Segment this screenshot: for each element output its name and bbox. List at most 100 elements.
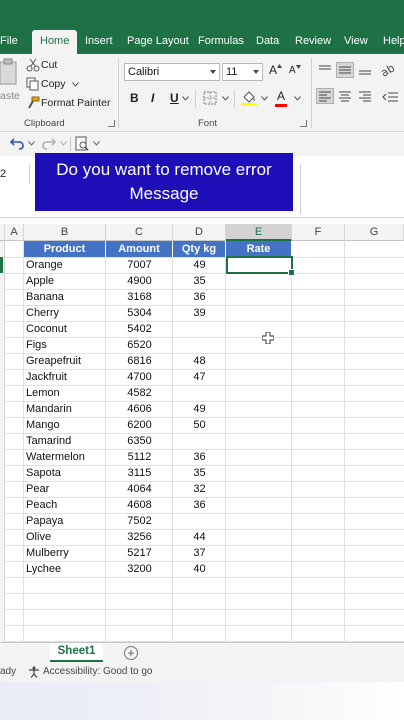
tab-data[interactable]: Data (256, 30, 279, 54)
amount-cell[interactable]: 7502 (106, 513, 173, 529)
worksheet-grid[interactable]: A B C D E F G Product Amount Qty kg Rate… (0, 224, 404, 642)
amount-cell[interactable]: 3115 (106, 465, 173, 481)
qty-cell[interactable]: 36 (173, 449, 226, 465)
product-cell[interactable]: Banana (26, 289, 104, 305)
font-name-combo[interactable]: Calibri (124, 63, 220, 81)
product-cell[interactable]: Cherry (26, 305, 104, 321)
amount-cell[interactable]: 4700 (106, 369, 173, 385)
qty-cell[interactable] (173, 337, 226, 353)
amount-cell[interactable]: 4582 (106, 385, 173, 401)
paste-label[interactable]: aste (0, 90, 20, 102)
column-header-b[interactable]: B (24, 224, 106, 241)
product-cell[interactable]: Lychee (26, 561, 104, 577)
amount-cell[interactable]: 5304 (106, 305, 173, 321)
accessibility-icon[interactable] (28, 666, 40, 678)
header-rate[interactable]: Rate (226, 241, 292, 257)
amount-cell[interactable]: 6520 (106, 337, 173, 353)
cut-label[interactable]: Cut (41, 59, 57, 71)
amount-cell[interactable]: 5402 (106, 321, 173, 337)
qty-cell[interactable]: 36 (173, 289, 226, 305)
product-cell[interactable]: Peach (26, 497, 104, 513)
tab-file[interactable]: File (0, 30, 18, 54)
amount-cell[interactable]: 6816 (106, 353, 173, 369)
tab-insert[interactable]: Insert (85, 30, 113, 54)
header-product[interactable]: Product (24, 241, 106, 257)
qty-cell[interactable]: 39 (173, 305, 226, 321)
column-header-d[interactable]: D (173, 224, 226, 241)
amount-cell[interactable]: 3256 (106, 529, 173, 545)
chevron-down-icon[interactable] (222, 96, 229, 101)
qty-cell[interactable]: 49 (173, 401, 226, 417)
header-amount[interactable]: Amount (106, 241, 173, 257)
row-header-strip[interactable] (0, 241, 5, 642)
qty-cell[interactable] (173, 513, 226, 529)
accessibility-status[interactable]: Accessibility: Good to go (43, 666, 153, 677)
amount-cell[interactable]: 3200 (106, 561, 173, 577)
align-middle-button[interactable] (336, 62, 354, 78)
format-painter-label[interactable]: Format Painter (41, 97, 110, 109)
qty-cell[interactable]: 40 (173, 561, 226, 577)
product-cell[interactable]: Greapefruit (26, 353, 104, 369)
chevron-down-icon[interactable] (182, 96, 189, 101)
product-cell[interactable]: Watermelon (26, 449, 104, 465)
product-cell[interactable]: Lemon (26, 385, 104, 401)
font-launcher-icon[interactable] (300, 120, 307, 127)
copy-label[interactable]: Copy (41, 78, 66, 90)
qty-cell[interactable]: 44 (173, 529, 226, 545)
qty-cell[interactable]: 49 (173, 257, 226, 273)
chevron-down-icon[interactable] (28, 141, 35, 146)
tab-formulas[interactable]: Formulas (198, 30, 244, 54)
format-painter-icon[interactable] (26, 96, 40, 110)
add-sheet-button[interactable]: + (124, 646, 138, 660)
column-header-g[interactable]: G (345, 224, 404, 241)
column-header-c[interactable]: C (106, 224, 173, 241)
chevron-down-icon[interactable] (294, 96, 301, 101)
amount-cell[interactable]: 6350 (106, 433, 173, 449)
font-color-button[interactable]: A (277, 89, 285, 103)
font-size-combo[interactable]: 11 (222, 63, 263, 81)
product-cell[interactable]: Orange (26, 257, 104, 273)
clipboard-launcher-icon[interactable] (108, 120, 115, 127)
product-cell[interactable]: Papaya (26, 513, 104, 529)
product-cell[interactable]: Olive (26, 529, 104, 545)
copy-icon[interactable] (26, 77, 40, 91)
align-bottom-button[interactable] (356, 62, 374, 78)
paste-icon[interactable] (0, 58, 18, 88)
tab-help[interactable]: Help (383, 30, 404, 54)
qty-cell[interactable]: 36 (173, 497, 226, 513)
product-cell[interactable]: Jackfruit (26, 369, 104, 385)
amount-cell[interactable]: 7007 (106, 257, 173, 273)
fill-color-icon[interactable] (241, 89, 257, 106)
tab-home[interactable]: Home (32, 30, 78, 54)
align-left-button[interactable] (316, 88, 334, 104)
qty-cell[interactable] (173, 433, 226, 449)
amount-cell[interactable]: 4064 (106, 481, 173, 497)
qty-cell[interactable]: 50 (173, 417, 226, 433)
product-cell[interactable]: Apple (26, 273, 104, 289)
qty-cell[interactable]: 32 (173, 481, 226, 497)
amount-cell[interactable]: 5112 (106, 449, 173, 465)
product-cell[interactable]: Figs (26, 337, 104, 353)
column-header-f[interactable]: F (292, 224, 345, 241)
qty-cell[interactable] (173, 321, 226, 337)
print-preview-icon[interactable] (75, 136, 89, 151)
qty-cell[interactable]: 48 (173, 353, 226, 369)
qty-cell[interactable]: 35 (173, 465, 226, 481)
name-box[interactable]: 2 (0, 164, 30, 184)
cut-icon[interactable] (26, 58, 40, 72)
qty-cell[interactable] (173, 385, 226, 401)
product-cell[interactable]: Sapota (26, 465, 104, 481)
chevron-down-icon[interactable] (60, 141, 67, 146)
tab-view[interactable]: View (344, 30, 368, 54)
qty-cell[interactable]: 35 (173, 273, 226, 289)
amount-cell[interactable]: 4900 (106, 273, 173, 289)
amount-cell[interactable]: 4606 (106, 401, 173, 417)
borders-icon[interactable] (203, 91, 217, 105)
chevron-down-icon[interactable] (93, 141, 100, 146)
align-center-button[interactable] (336, 88, 354, 104)
formula-input[interactable] (300, 164, 404, 214)
redo-icon[interactable] (42, 137, 56, 150)
amount-cell[interactable]: 4608 (106, 497, 173, 513)
decrease-font-size-button[interactable]: A (289, 65, 296, 76)
column-header-e[interactable]: E (226, 224, 292, 241)
